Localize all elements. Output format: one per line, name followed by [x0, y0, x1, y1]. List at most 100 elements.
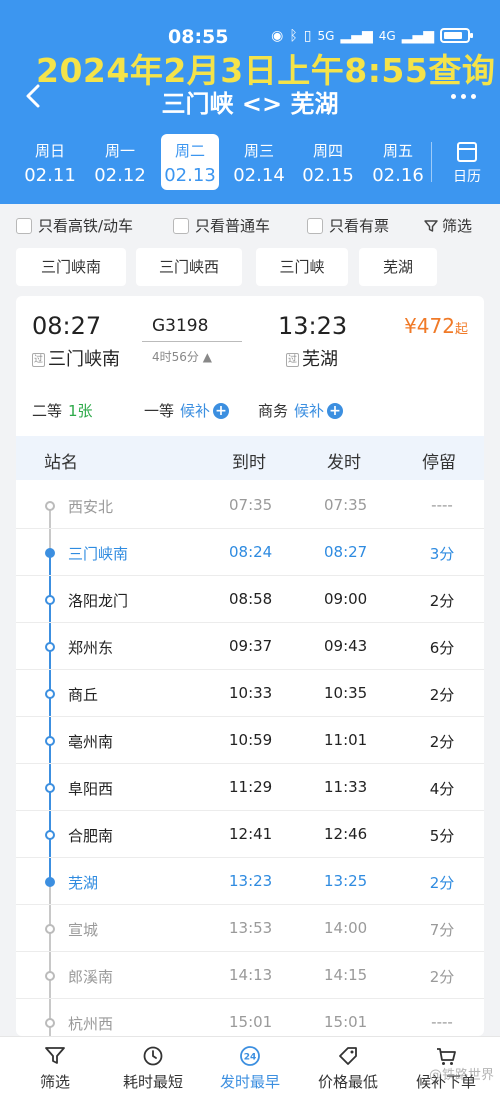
stop-row[interactable]: 亳州南 10:59 11:01 2分: [16, 717, 484, 764]
stop-row[interactable]: 西安北 07:35 07:35 ----: [16, 482, 484, 529]
network-5g-label: 5G: [317, 28, 335, 43]
filter-button[interactable]: 筛选: [424, 215, 472, 236]
checkbox-icon[interactable]: [173, 217, 189, 234]
bluetooth-icon: ᛒ: [289, 27, 298, 44]
filter-available[interactable]: 只看有票: [307, 215, 389, 236]
stop-dot-icon: [45, 501, 55, 511]
filter-high-speed[interactable]: 只看高铁/动车: [16, 215, 133, 236]
stop-duration: 3分: [429, 545, 455, 563]
stop-arrive: 14:13: [229, 966, 273, 984]
app-header: 08:55 ◉ ᛒ ▯ 5G ▂▄▆ 4G ▂▄▆ 2024年2月3日上午8:5…: [0, 0, 500, 204]
stop-row[interactable]: 宣城 13:53 14:00 7分: [16, 905, 484, 952]
date-tab-0215[interactable]: 周四 02.15: [299, 134, 357, 190]
stop-row[interactable]: 商丘 10:33 10:35 2分: [16, 670, 484, 717]
stop-row[interactable]: 郑州东 09:37 09:43 6分: [16, 623, 484, 670]
plus-circle-icon[interactable]: +: [327, 402, 344, 419]
more-options-icon[interactable]: [451, 94, 476, 99]
date-tab-0213-selected[interactable]: 周二 02.13: [161, 134, 219, 190]
date-tab-0212[interactable]: 周一 02.12: [91, 134, 149, 190]
filter-row: 只看高铁/动车 只看普通车 只看有票 筛选: [0, 204, 500, 242]
header-depart: 发时: [327, 453, 361, 473]
seat-status: 候补: [180, 402, 211, 420]
date-tab-0216[interactable]: 周五 02.16: [369, 134, 427, 190]
train-card: 08:27 G3198 4时56分 ▲ 13:23 ¥472起 过三门峡南 过芜…: [16, 296, 484, 1036]
stop-dot-icon: [45, 830, 55, 840]
date-weekday: 周四: [312, 142, 343, 160]
stop-depart: 14:15: [324, 966, 368, 984]
checkbox-icon[interactable]: [307, 217, 323, 234]
stop-dot-icon: [45, 783, 55, 793]
date-divider: [431, 142, 432, 182]
price: ¥472起: [404, 314, 468, 338]
stop-row-boarding[interactable]: 三门峡南 08:24 08:27 3分: [16, 529, 484, 576]
funnel-icon: [45, 1047, 65, 1064]
date-weekday: 周三: [243, 142, 274, 160]
stop-station: 郑州东: [68, 639, 114, 657]
departure-time: 08:27: [32, 312, 102, 340]
battery-icon: [440, 28, 473, 43]
date-tab-0211[interactable]: 周日 02.11: [21, 134, 79, 190]
stop-dot-icon: [45, 595, 55, 605]
stop-station: 西安北: [68, 498, 114, 516]
price-value: ¥472: [404, 314, 455, 338]
checkbox-icon[interactable]: [16, 217, 32, 234]
stop-row[interactable]: 洛阳龙门 08:58 09:00 2分: [16, 576, 484, 623]
watermark: @铁路世界: [428, 1068, 494, 1083]
stop-dot-filled-icon: [45, 877, 55, 887]
train-divider-line: [142, 341, 242, 342]
stop-dot-icon: [45, 1018, 55, 1028]
arrival-time: 13:23: [278, 312, 348, 340]
stop-row[interactable]: 杭州西 15:01 15:01 ----: [16, 999, 484, 1036]
travel-duration[interactable]: 4时56分 ▲: [152, 348, 212, 365]
nav-earliest[interactable]: 24 发时最早: [200, 1037, 300, 1100]
stop-arrive: 10:59: [229, 731, 273, 749]
header-stop: 停留: [422, 453, 456, 473]
nav-filter-label: 筛选: [39, 1073, 70, 1091]
seat-status: 候补: [294, 402, 325, 420]
date-value: 02.14: [233, 165, 285, 186]
stop-row[interactable]: 合肥南 12:41 12:46 5分: [16, 811, 484, 858]
stop-dot-icon: [45, 924, 55, 934]
station-chip-sanmenxia-west[interactable]: 三门峡西: [136, 248, 242, 286]
departure-station: 过三门峡南: [32, 345, 120, 371]
stop-depart: 15:01: [324, 1013, 368, 1031]
station-chip-sanmenxia-south[interactable]: 三门峡南: [16, 248, 126, 286]
seat-availability: 二等 1张 一等 候补 + 商务 候补 +: [16, 400, 484, 424]
seat-business-class[interactable]: 商务 候补 +: [258, 400, 344, 421]
stop-duration: 5分: [429, 827, 455, 845]
train-number[interactable]: G3198: [152, 316, 208, 336]
station-chip-sanmenxia[interactable]: 三门峡: [256, 248, 348, 286]
stop-duration: ----: [431, 496, 453, 514]
nav-shortest[interactable]: 耗时最短: [103, 1037, 203, 1100]
calendar-icon: [457, 142, 477, 162]
stop-row[interactable]: 阜阳西 11:29 11:33 4分: [16, 764, 484, 811]
seat-label: 商务: [258, 402, 289, 420]
seat-first-class[interactable]: 一等 候补 +: [144, 400, 230, 421]
date-strip: 周日 02.11 周一 02.12 周二 02.13 周三 02.14 周四 0…: [0, 134, 500, 192]
stop-dot-icon: [45, 736, 55, 746]
stop-dot-icon: [45, 642, 55, 652]
date-weekday: 周一: [104, 142, 135, 160]
timer-icon: [143, 1046, 163, 1066]
date-weekday: 周二: [174, 142, 205, 160]
nav-earliest-label: 发时最早: [219, 1073, 280, 1091]
date-tab-0214[interactable]: 周三 02.14: [230, 134, 288, 190]
bottom-navigation: 筛选 耗时最短 24 发时最早 价格最低 候补下单: [0, 1036, 500, 1100]
stop-arrive: 07:35: [229, 496, 273, 514]
pass-through-tag: 过: [286, 353, 300, 367]
stop-row[interactable]: 郎溪南 14:13 14:15 2分: [16, 952, 484, 999]
stop-arrive: 08:24: [229, 543, 273, 561]
date-value: 02.16: [372, 165, 424, 186]
date-value: 02.11: [24, 165, 76, 186]
nav-cheapest[interactable]: 价格最低: [298, 1037, 398, 1100]
station-chip-wuhu[interactable]: 芜湖: [359, 248, 437, 286]
status-bar-icons: ◉ ᛒ ▯ 5G ▂▄▆ 4G ▂▄▆: [271, 27, 473, 44]
filter-button-label: 筛选: [442, 217, 473, 235]
stop-row-alighting[interactable]: 芜湖 13:23 13:25 2分: [16, 858, 484, 905]
filter-regular[interactable]: 只看普通车: [173, 215, 270, 236]
seat-second-class[interactable]: 二等 1张: [32, 400, 93, 421]
nav-filter[interactable]: 筛选: [5, 1037, 105, 1100]
nav-shortest-label: 耗时最短: [122, 1073, 183, 1091]
calendar-button[interactable]: 日历: [444, 134, 490, 186]
plus-circle-icon[interactable]: +: [213, 402, 230, 419]
